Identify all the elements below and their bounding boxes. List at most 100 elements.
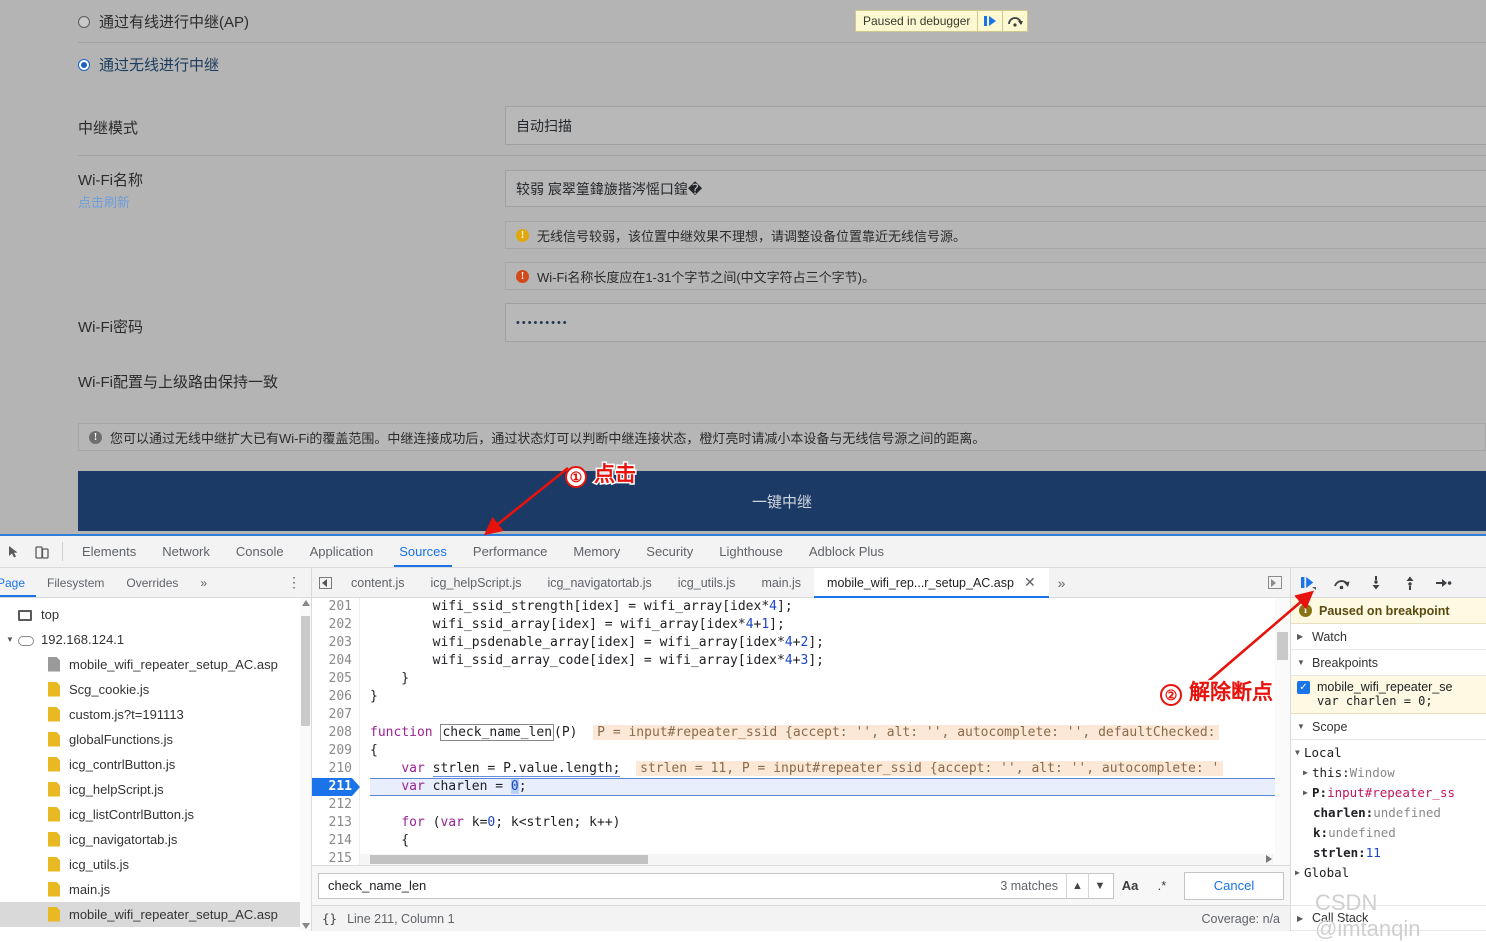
editor-tabs-more-icon[interactable]: » xyxy=(1049,568,1075,597)
match-case-toggle[interactable]: Aa xyxy=(1114,878,1146,893)
breakpoints-section-header[interactable]: ▼ Breakpoints xyxy=(1291,650,1486,676)
tab-performance[interactable]: Performance xyxy=(460,536,560,567)
search-next-icon[interactable]: ▼ xyxy=(1089,874,1111,898)
code-line[interactable]: } xyxy=(370,688,1290,706)
call-stack-section-header[interactable]: ▶ Call Stack xyxy=(1291,905,1486,931)
toast-resume-icon[interactable] xyxy=(977,11,1002,31)
step-over-icon[interactable] xyxy=(1325,576,1359,590)
line-number[interactable]: 202 xyxy=(312,616,352,634)
step-into-icon[interactable] xyxy=(1359,575,1393,590)
search-prev-icon[interactable]: ▲ xyxy=(1067,873,1089,898)
editor-vertical-scrollbar[interactable] xyxy=(1275,598,1290,865)
line-number[interactable]: 214 xyxy=(312,832,352,850)
tree-item[interactable]: icg_contrlButton.js xyxy=(0,752,311,777)
code-line[interactable]: for (var k=0; k<strlen; k++) xyxy=(370,814,1290,832)
code-line[interactable]: { xyxy=(370,832,1290,850)
step-icon[interactable] xyxy=(1427,577,1461,589)
editor-tab[interactable]: mobile_wifi_rep...r_setup_AC.asp ✕ xyxy=(814,568,1049,598)
close-icon[interactable]: ✕ xyxy=(1024,574,1036,591)
toast-step-over-icon[interactable] xyxy=(1002,11,1027,31)
tree-item[interactable]: globalFunctions.js xyxy=(0,727,311,752)
inspect-element-icon[interactable] xyxy=(0,536,28,567)
wifi-name-refresh-link[interactable]: 点击刷新 xyxy=(78,192,130,211)
search-input[interactable] xyxy=(326,877,1001,894)
tree-item[interactable]: icg_utils.js xyxy=(0,852,311,877)
file-tree-scrollbar[interactable] xyxy=(300,598,311,931)
breakpoint-checkbox[interactable]: ✓ xyxy=(1297,680,1310,694)
code-line[interactable]: wifi_ssid_array_code[idex] = wifi_array[… xyxy=(370,652,1290,670)
line-number[interactable]: 205 xyxy=(312,670,352,688)
line-number[interactable]: 210 xyxy=(312,760,352,778)
line-number[interactable]: 204 xyxy=(312,652,352,670)
tab-console[interactable]: Console xyxy=(223,536,297,567)
scope-row[interactable]: ▶ Global xyxy=(1291,862,1486,882)
line-number[interactable]: 213 xyxy=(312,814,352,832)
code-line[interactable]: function check_name_len (P) P = input#rep… xyxy=(370,724,1290,742)
show-navigator-icon[interactable] xyxy=(1260,576,1290,589)
tab-lighthouse[interactable]: Lighthouse xyxy=(706,536,796,567)
regex-toggle[interactable]: .* xyxy=(1146,878,1178,893)
tab-memory[interactable]: Memory xyxy=(560,536,633,567)
scope-twisty[interactable]: ▼ xyxy=(1295,748,1304,757)
code-line[interactable]: } xyxy=(370,670,1290,688)
tab-network[interactable]: Network xyxy=(149,536,223,567)
tab-application[interactable]: Application xyxy=(297,536,387,567)
code-line[interactable]: var charlen = 0; xyxy=(370,778,1290,796)
device-toolbar-icon[interactable] xyxy=(28,536,56,567)
editor-tab[interactable]: main.js xyxy=(748,568,814,597)
radio-wired-relay[interactable]: 通过有线进行中继(AP) xyxy=(78,11,249,32)
relay-mode-select[interactable]: 自动扫描 xyxy=(505,106,1486,145)
tree-item[interactable]: ▼ 192.168.124.1 xyxy=(0,627,311,652)
navigator-tab-filesystem[interactable]: Filesystem xyxy=(36,568,115,597)
scope-row[interactable]: k: undefined xyxy=(1291,822,1486,842)
navigator-tab-overrides[interactable]: Overrides xyxy=(115,568,189,597)
code-line[interactable]: { xyxy=(370,742,1290,760)
tree-item[interactable]: icg_listContrlButton.js xyxy=(0,802,311,827)
search-field-wrap[interactable]: 3 matches ▲ ▼ xyxy=(318,872,1114,899)
scope-twisty[interactable]: ▶ xyxy=(1303,788,1312,797)
code-line[interactable]: wifi_ssid_strength[idex] = wifi_array[id… xyxy=(370,598,1290,616)
watch-section-header[interactable]: ▶ Watch xyxy=(1291,624,1486,650)
navigator-tab-[interactable]: » xyxy=(189,568,218,597)
code-line[interactable]: wifi_ssid_array[idex] = wifi_array[idex*… xyxy=(370,616,1290,634)
wifi-name-input[interactable]: 较弱 宸翠篁鍏旇揩涔愮口鍠� xyxy=(505,170,1486,207)
tree-item[interactable]: main.js xyxy=(0,877,311,902)
search-cancel-button[interactable]: Cancel xyxy=(1184,871,1284,900)
tree-item[interactable]: mobile_wifi_repeater_setup_AC.asp xyxy=(0,902,311,927)
line-number[interactable]: 208 xyxy=(312,724,352,742)
resume-icon[interactable] xyxy=(1291,576,1325,590)
tree-twisty[interactable]: ▼ xyxy=(6,635,18,644)
scope-row[interactable]: ▼ Local xyxy=(1291,742,1486,762)
tab-scroll-left-icon[interactable] xyxy=(312,568,338,597)
navigator-tab-page[interactable]: Page xyxy=(0,568,37,597)
scope-twisty[interactable]: ▶ xyxy=(1295,868,1304,877)
tree-item[interactable]: custom.js?t=191113 xyxy=(0,702,311,727)
scope-row[interactable]: charlen: undefined xyxy=(1291,802,1486,822)
tree-item[interactable]: icg_navigatortab.js xyxy=(0,827,311,852)
code-line[interactable] xyxy=(370,706,1290,724)
scope-row[interactable]: ▶ P: input#repeater_ss xyxy=(1291,782,1486,802)
tree-item[interactable]: top xyxy=(0,602,311,627)
radio-wireless-dot[interactable] xyxy=(78,58,90,71)
line-number[interactable]: 206 xyxy=(312,688,352,706)
code-lines[interactable]: wifi_ssid_strength[idex] = wifi_array[id… xyxy=(360,598,1290,865)
radio-wired-dot[interactable] xyxy=(78,15,90,28)
code-viewer[interactable]: 201 202 203 204 205 206 207 208 209 210 211 212 213 2… xyxy=(312,598,1290,865)
line-number[interactable]: 209 xyxy=(312,742,352,760)
step-out-icon[interactable] xyxy=(1393,576,1427,590)
tab-sources[interactable]: Sources xyxy=(386,536,460,567)
line-number[interactable]: 212 xyxy=(312,796,352,814)
line-number[interactable]: 203 xyxy=(312,634,352,652)
line-number[interactable]: 211 xyxy=(312,778,360,796)
breakpoint-item[interactable]: ✓ mobile_wifi_repeater_se var charlen = … xyxy=(1291,676,1486,714)
tree-item[interactable]: Scg_cookie.js xyxy=(0,677,311,702)
tree-item[interactable]: mobile_wifi_repeater_setup_AC.asp xyxy=(0,652,311,677)
navigator-more-icon[interactable]: ⋮ xyxy=(277,568,311,597)
code-line[interactable]: wifi_psdenable_array[idex] = wifi_array[… xyxy=(370,634,1290,652)
pretty-print-icon[interactable]: {} xyxy=(322,911,337,926)
code-line[interactable]: var strlen = P.value.length; strlen = 11… xyxy=(370,760,1290,778)
code-line[interactable] xyxy=(370,796,1290,814)
editor-tab[interactable]: icg_utils.js xyxy=(665,568,749,597)
editor-tab[interactable]: icg_navigatortab.js xyxy=(535,568,665,597)
line-number[interactable]: 215 xyxy=(312,850,352,865)
